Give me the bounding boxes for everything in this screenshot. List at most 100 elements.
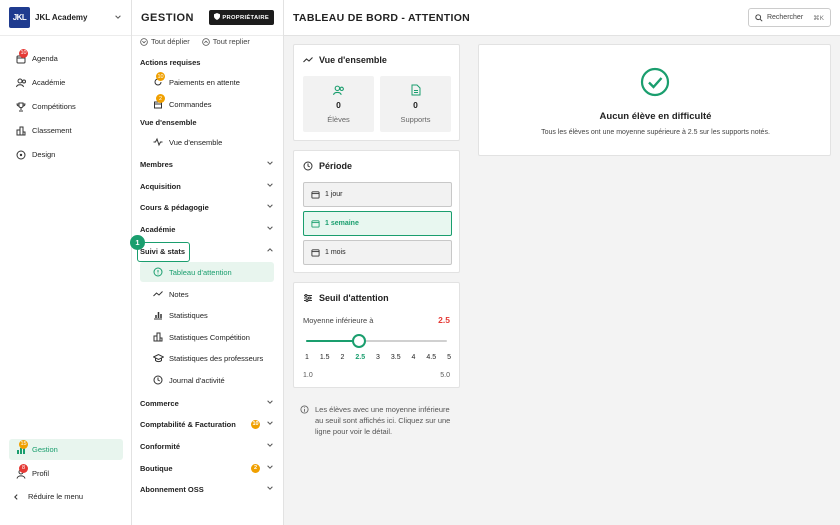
category-conformite[interactable]: Conformité	[140, 436, 274, 456]
threshold-card-title: Seuil d'attention	[319, 293, 389, 303]
search-button[interactable]: Rechercher ⌘K	[747, 8, 831, 27]
gestion-item-stats-professeurs[interactable]: Statistiques des professeurs	[146, 348, 280, 368]
category-abonnement[interactable]: Abonnement OSS	[140, 479, 274, 499]
collapse-menu-label: Réduire le menu	[28, 492, 84, 501]
users-icon	[332, 85, 344, 95]
section-vue-ensemble: Vue d'ensemble	[140, 118, 197, 127]
gestion-item-label: Paiements en attente	[169, 77, 240, 87]
comptabilite-badge: 10	[251, 419, 260, 429]
trend-icon	[152, 289, 164, 299]
sidebar-item-classement[interactable]: Classement	[9, 120, 123, 141]
main-sidebar: JKL JKL Academy 10 Agenda Académie Compé…	[0, 0, 132, 525]
owner-label: PROPRIÉTAIRE	[222, 14, 269, 21]
chevron-down-icon	[266, 398, 274, 408]
info-text: Les élèves avec une moyenne inférieure a…	[315, 405, 451, 436]
period-label: 1 semaine	[325, 220, 359, 227]
category-membres[interactable]: Membres	[140, 154, 274, 174]
info-note: Les élèves avec une moyenne inférieure a…	[300, 404, 460, 437]
section-actions-requises: Actions requises	[140, 58, 201, 67]
document-icon	[411, 84, 420, 96]
sidebar-item-label: Académie	[32, 78, 66, 87]
gestion-item-stats-competition[interactable]: Statistiques Compétition	[146, 327, 280, 347]
search-label: Rechercher	[766, 14, 804, 21]
clock-icon	[152, 375, 164, 385]
gestion-item-tableau-attention[interactable]: Tableau d'attention	[140, 262, 274, 282]
period-option-1-mois[interactable]: 1 mois	[303, 240, 452, 265]
category-acquisition[interactable]: Acquisition	[140, 176, 274, 196]
category-label: Cours & pédagogie	[140, 202, 209, 212]
chevron-up-icon	[266, 246, 274, 256]
gestion-item-statistiques[interactable]: Statistiques	[146, 305, 280, 325]
category-academie[interactable]: Académie	[140, 219, 274, 239]
slider-tick[interactable]: 2.5	[355, 354, 365, 361]
gestion-item-commandes[interactable]: 2 Commandes	[146, 94, 280, 114]
collapse-all-button[interactable]: Tout replier	[202, 37, 250, 46]
sidebar-item-profil[interactable]: 8 Profil	[9, 463, 123, 484]
slider-tick[interactable]: 5	[447, 354, 451, 361]
gestion-item-label: Notes	[169, 289, 189, 299]
gestion-item-label: Tableau d'attention	[169, 267, 232, 277]
slider-tick[interactable]: 4.5	[426, 354, 436, 361]
category-cours[interactable]: Cours & pédagogie	[140, 197, 274, 217]
profil-badge: 8	[19, 463, 28, 473]
slider-tick[interactable]: 1	[305, 354, 309, 361]
slider-tick[interactable]: 3	[376, 354, 380, 361]
period-card: Période 1 jour 1 semaine 1 mois	[293, 150, 460, 273]
slider-thumb[interactable]	[351, 334, 366, 348]
slider-tick[interactable]: 2	[341, 354, 345, 361]
bar-chart-icon	[152, 310, 164, 320]
empty-state-card: Aucun élève en difficulté Tous les élève…	[478, 44, 831, 156]
stat-eleves: 0 Élèves	[303, 76, 374, 132]
podium-icon	[152, 332, 164, 342]
stat-label: Élèves	[327, 114, 350, 124]
search-icon	[755, 13, 763, 22]
calendar-icon	[311, 191, 320, 199]
category-label: Commerce	[140, 398, 179, 408]
sidebar-item-label: Gestion	[32, 445, 58, 454]
podium-icon	[15, 126, 27, 136]
expand-all-button[interactable]: Tout déplier	[140, 37, 190, 46]
slider-tick[interactable]: 3.5	[391, 354, 401, 361]
gestion-item-paiements[interactable]: 10 Paiements en attente	[146, 72, 280, 92]
period-card-title: Période	[319, 161, 353, 171]
slider-max: 5.0	[440, 372, 450, 379]
gestion-item-journal[interactable]: Journal d'activité	[146, 370, 280, 390]
brand-switcher[interactable]: JKL JKL Academy	[0, 0, 131, 36]
slider-tick[interactable]: 1.5	[320, 354, 330, 361]
empty-state-title: Aucun élève en difficulté	[599, 111, 712, 122]
step-badge: 1	[130, 235, 145, 250]
expand-all-label: Tout déplier	[151, 37, 190, 46]
sidebar-item-academie[interactable]: Académie	[9, 72, 123, 93]
overview-card-title: Vue d'ensemble	[319, 55, 387, 65]
gestion-item-label: Statistiques Compétition	[169, 332, 250, 342]
category-boutique[interactable]: Boutique 2	[140, 458, 274, 478]
gestion-item-notes[interactable]: Notes	[146, 284, 280, 304]
boutique-badge: 2	[251, 463, 260, 473]
sidebar-item-agenda[interactable]: 10 Agenda	[9, 48, 123, 69]
threshold-slider[interactable]	[306, 334, 447, 348]
sidebar-item-label: Profil	[32, 469, 50, 478]
paiements-badge: 10	[156, 72, 165, 81]
period-option-1-jour[interactable]: 1 jour	[303, 182, 452, 207]
sidebar-item-competitions[interactable]: Compétitions	[9, 96, 123, 117]
sidebar-item-design[interactable]: Design	[9, 144, 123, 165]
circle-chevron-down-icon	[140, 37, 148, 46]
gestion-header: GESTION PROPRIÉTAIRE	[132, 0, 283, 36]
sidebar-item-label: Classement	[32, 126, 72, 135]
sidebar-item-gestion[interactable]: 15 Gestion	[9, 439, 123, 460]
stat-value: 0	[336, 99, 341, 110]
gestion-item-label: Vue d'ensemble	[169, 137, 223, 147]
package-icon: 2	[152, 94, 165, 109]
stat-supports: 0 Supports	[380, 76, 451, 132]
chevron-down-icon	[266, 202, 274, 212]
search-shortcut: ⌘K	[813, 14, 824, 22]
period-option-1-semaine[interactable]: 1 semaine	[303, 211, 452, 236]
category-comptabilite[interactable]: Comptabilité & Facturation 10	[140, 414, 274, 434]
slider-tick[interactable]: 4	[412, 354, 416, 361]
gestion-item-vue-ensemble[interactable]: Vue d'ensemble	[146, 132, 280, 152]
sidebar-item-label: Agenda	[32, 54, 58, 63]
empty-state-subtitle: Tous les élèves ont une moyenne supérieu…	[541, 129, 770, 136]
gestion-title: GESTION	[141, 11, 195, 24]
category-commerce[interactable]: Commerce	[140, 393, 274, 413]
collapse-menu-button[interactable]: Réduire le menu	[9, 492, 83, 501]
